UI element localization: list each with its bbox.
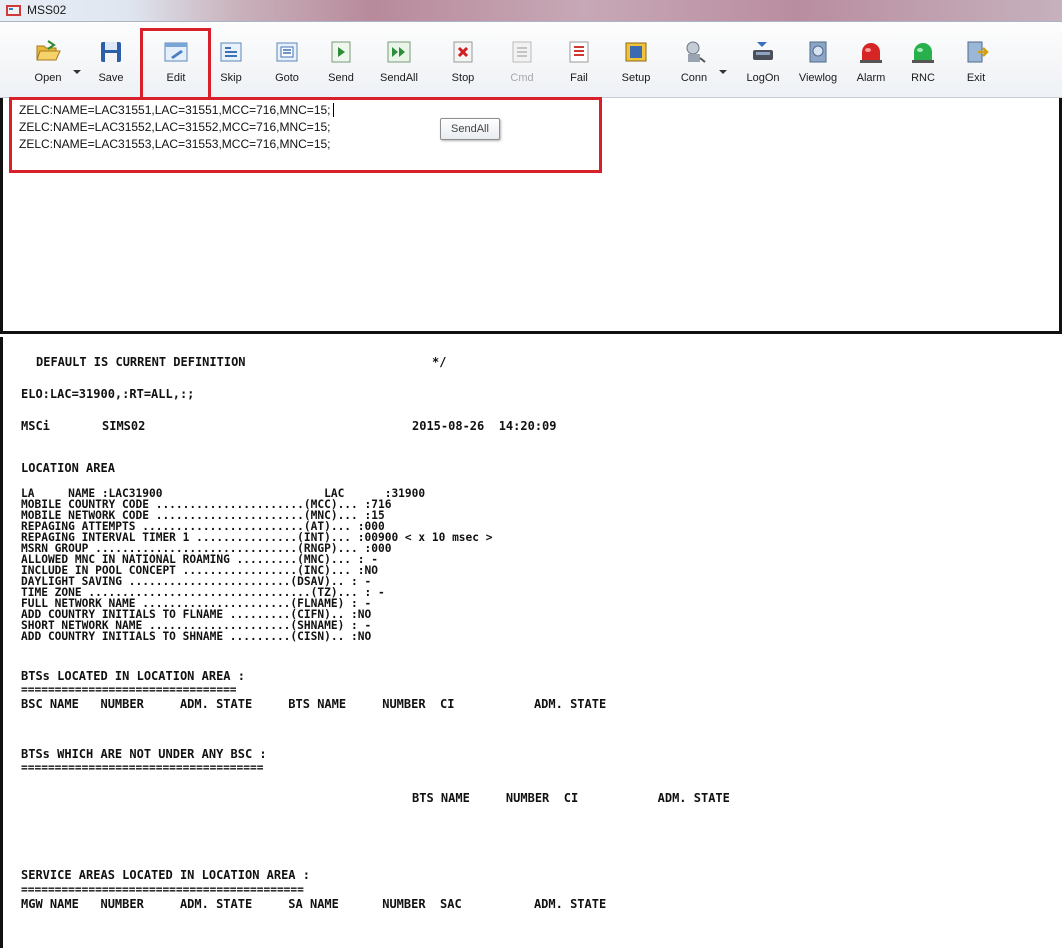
viewlog-icon — [809, 41, 827, 63]
output-header: DEFAULT IS CURRENT DEFINITION — [36, 355, 246, 369]
command-lines-highlight — [9, 97, 602, 173]
send-icon — [331, 41, 351, 63]
send-label: Send — [328, 72, 354, 84]
goto-button[interactable]: Goto — [264, 36, 310, 94]
output-element: SIMS02 — [102, 419, 146, 433]
goto-icon — [276, 42, 298, 62]
bts-section-columns: BSC NAME NUMBER ADM. STATE BTS NAME NUMB… — [21, 697, 607, 711]
connection-icon — [686, 41, 706, 63]
bts-no-bsc-section-columns: BTS NAME NUMBER CI ADM. STATE — [412, 791, 730, 805]
skip-label: Skip — [220, 72, 242, 84]
stop-label: Stop — [451, 72, 475, 84]
logon-button[interactable]: LogOn — [740, 36, 786, 94]
fail-icon — [569, 41, 589, 63]
floppy-disk-icon — [101, 42, 121, 62]
viewlog-button[interactable]: Viewlog — [795, 36, 841, 94]
sa-section-rule: ========================================… — [21, 883, 304, 896]
app-icon — [6, 5, 21, 16]
logon-label: LogOn — [746, 72, 780, 84]
open-folder-icon — [36, 40, 61, 61]
alarm-label: Alarm — [856, 72, 886, 84]
alarm-button[interactable]: Alarm — [848, 36, 894, 94]
viewlog-label: Viewlog — [798, 72, 838, 84]
conn-label: Conn — [680, 72, 708, 84]
stop-icon — [453, 41, 473, 63]
bts-section-title: BTSs LOCATED IN LOCATION AREA : — [21, 669, 245, 683]
cmd-label: Cmd — [510, 72, 534, 84]
output-param-line: ADD COUNTRY INITIALS TO SHNAME .........… — [21, 630, 372, 643]
sendall-button[interactable]: SendAll — [376, 36, 422, 94]
output-section-title: LOCATION AREA — [21, 461, 115, 475]
edit-button-highlight — [140, 28, 211, 100]
rnc-button[interactable]: RNC — [900, 36, 946, 94]
output-node: MSCi — [21, 419, 50, 433]
output-command: ELO:LAC=31900,:RT=ALL,:; — [21, 387, 195, 401]
sa-section-title: SERVICE AREAS LOCATED IN LOCATION AREA : — [21, 868, 310, 882]
fail-button[interactable]: Fail — [556, 36, 602, 94]
bts-no-bsc-section-title: BTSs WHICH ARE NOT UNDER ANY BSC : — [21, 747, 267, 761]
sa-section-columns: MGW NAME NUMBER ADM. STATE SA NAME NUMBE… — [21, 897, 607, 911]
chevron-down-icon[interactable] — [72, 68, 82, 76]
window-title: MSS02 — [27, 3, 67, 17]
stop-button[interactable]: Stop — [440, 36, 486, 94]
title-bar: MSS02 — [0, 0, 1062, 22]
chevron-down-icon[interactable] — [718, 68, 728, 76]
goto-label: Goto — [275, 72, 299, 84]
bts-section-rule: ================================ — [21, 683, 237, 696]
conn-button[interactable]: Conn — [671, 36, 717, 94]
sendall-tooltip: SendAll — [440, 118, 500, 140]
alarm-icon — [860, 43, 882, 63]
exit-button[interactable]: Exit — [953, 36, 999, 94]
sendall-label: SendAll — [380, 72, 418, 84]
save-button[interactable]: Save — [88, 36, 134, 94]
setup-label: Setup — [621, 72, 651, 84]
cmd-button[interactable]: Cmd — [499, 36, 545, 94]
setup-icon — [625, 42, 647, 62]
send-button[interactable]: Send — [318, 36, 364, 94]
command-icon — [512, 41, 532, 63]
exit-icon — [967, 41, 989, 63]
fail-label: Fail — [570, 72, 588, 84]
setup-button[interactable]: Setup — [613, 36, 659, 94]
exit-label: Exit — [966, 72, 986, 84]
rnc-icon — [912, 43, 934, 63]
save-label: Save — [98, 72, 124, 84]
skip-button[interactable]: Skip — [208, 36, 254, 94]
output-header-mark: */ — [432, 355, 447, 369]
logon-icon — [753, 42, 773, 60]
open-button[interactable]: Open — [25, 36, 71, 94]
bts-no-bsc-section-rule: ==================================== — [21, 761, 264, 774]
open-label: Open — [34, 72, 62, 84]
output-timestamp: 2015-08-26 14:20:09 — [412, 419, 557, 433]
rnc-label: RNC — [911, 72, 935, 84]
send-all-icon — [387, 41, 411, 63]
skip-icon — [220, 42, 242, 62]
